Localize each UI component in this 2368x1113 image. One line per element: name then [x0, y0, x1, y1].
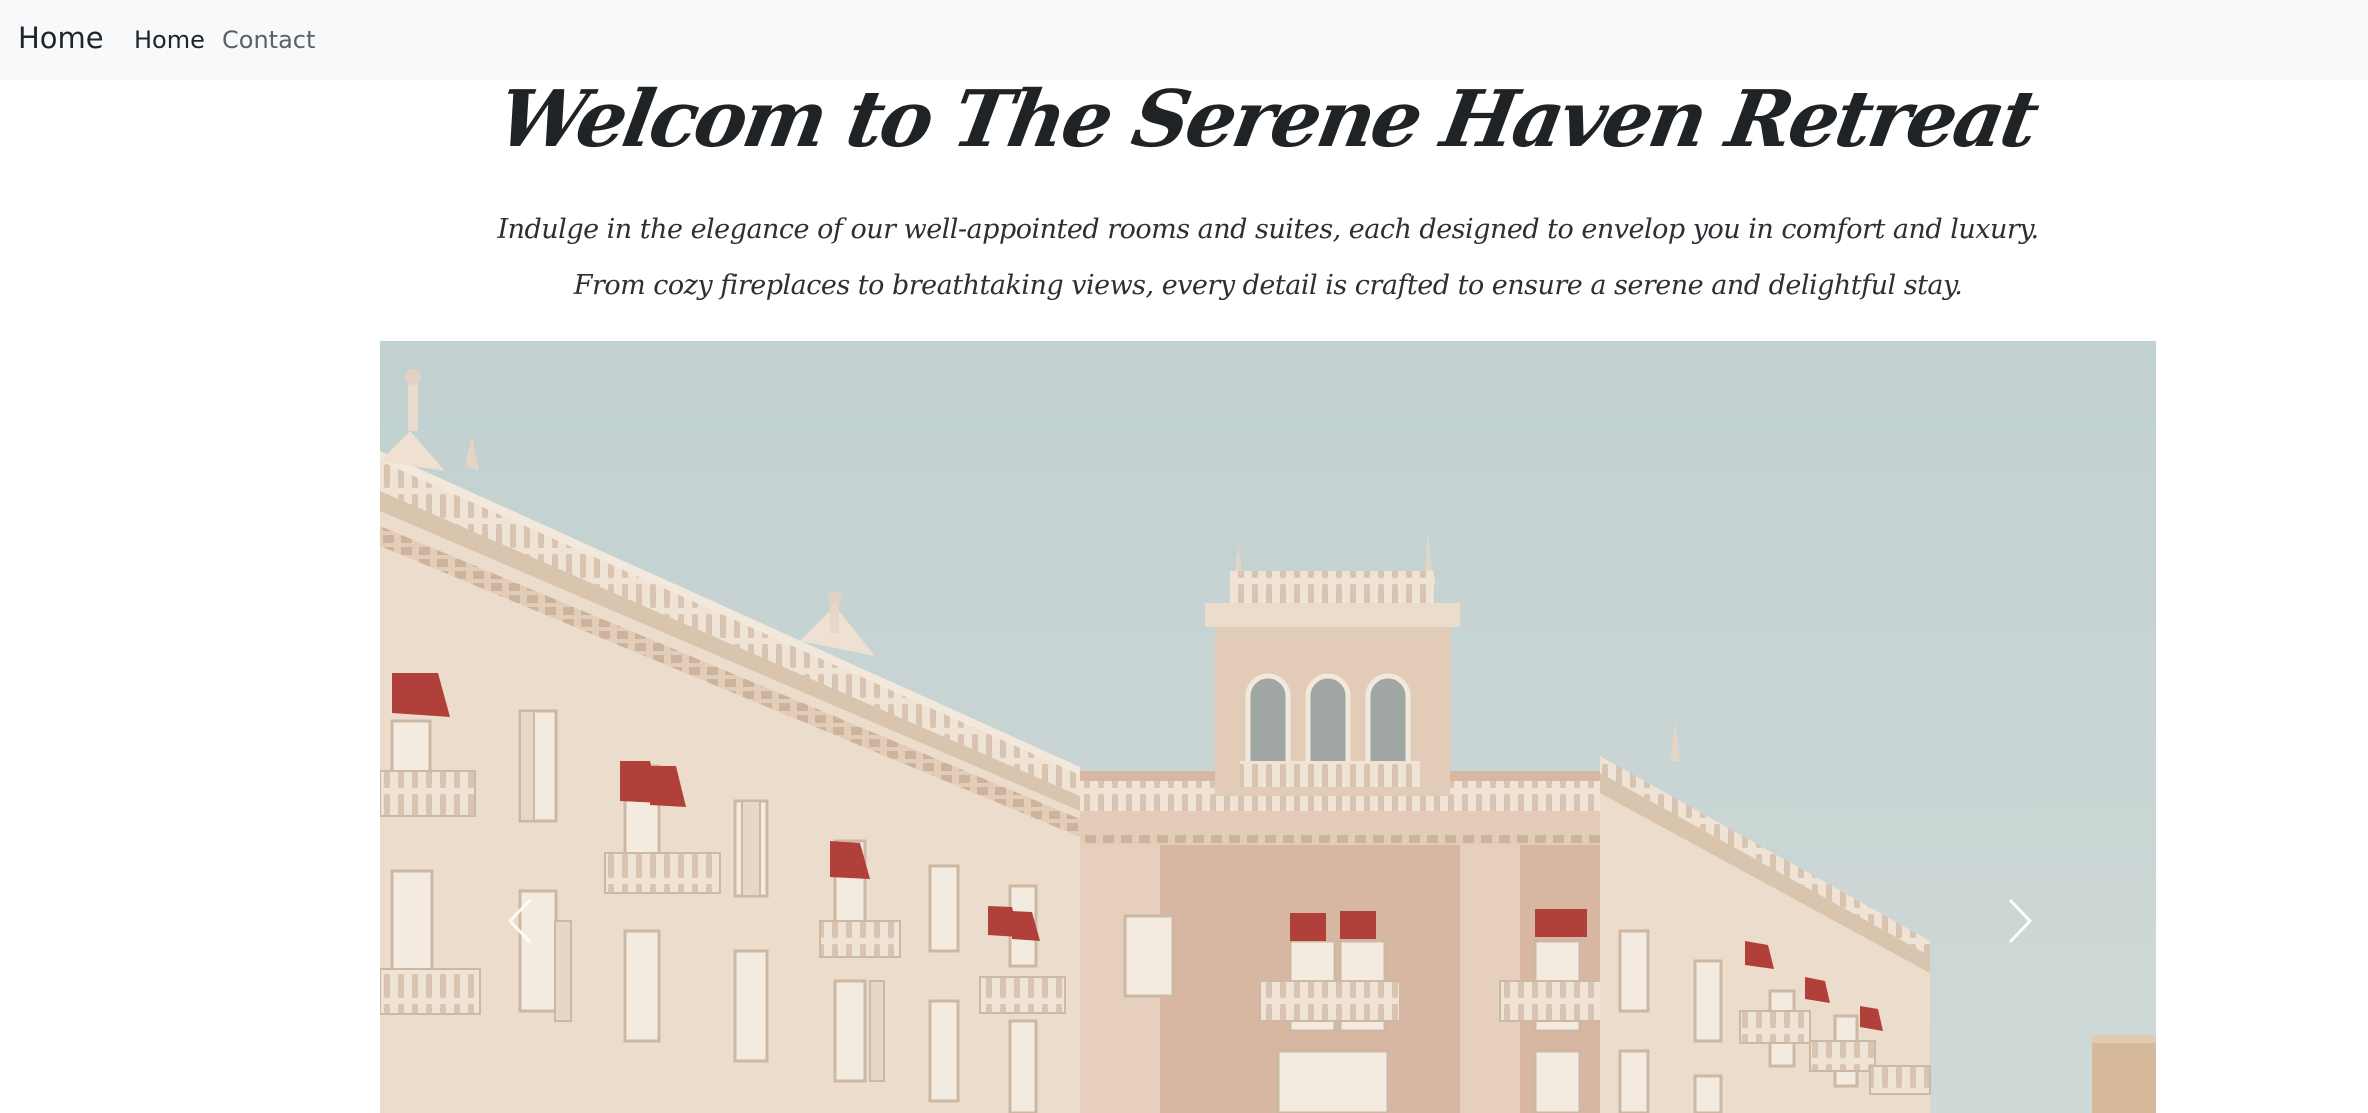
hero-subtitle-line-1: Indulge in the elegance of our well-appo… — [497, 214, 2039, 245]
image-carousel — [380, 341, 2156, 1113]
chevron-left-icon — [507, 898, 532, 944]
carousel-prev-button[interactable] — [480, 881, 560, 961]
navbar-brand[interactable]: Home — [18, 21, 104, 55]
nav-link-home[interactable]: Home — [134, 26, 205, 54]
nav-link-contact[interactable]: Contact — [222, 26, 315, 54]
navbar: Home Home Contact — [0, 0, 2368, 80]
carousel-next-button[interactable] — [1980, 881, 2060, 961]
page-title: Welcom to The Serene Haven Retreat — [491, 74, 2043, 165]
chevron-right-icon — [2008, 898, 2033, 944]
hotel-building-image — [380, 341, 2156, 1113]
hero-subtitle-line-2: From cozy fireplaces to breathtaking vie… — [573, 270, 1963, 301]
